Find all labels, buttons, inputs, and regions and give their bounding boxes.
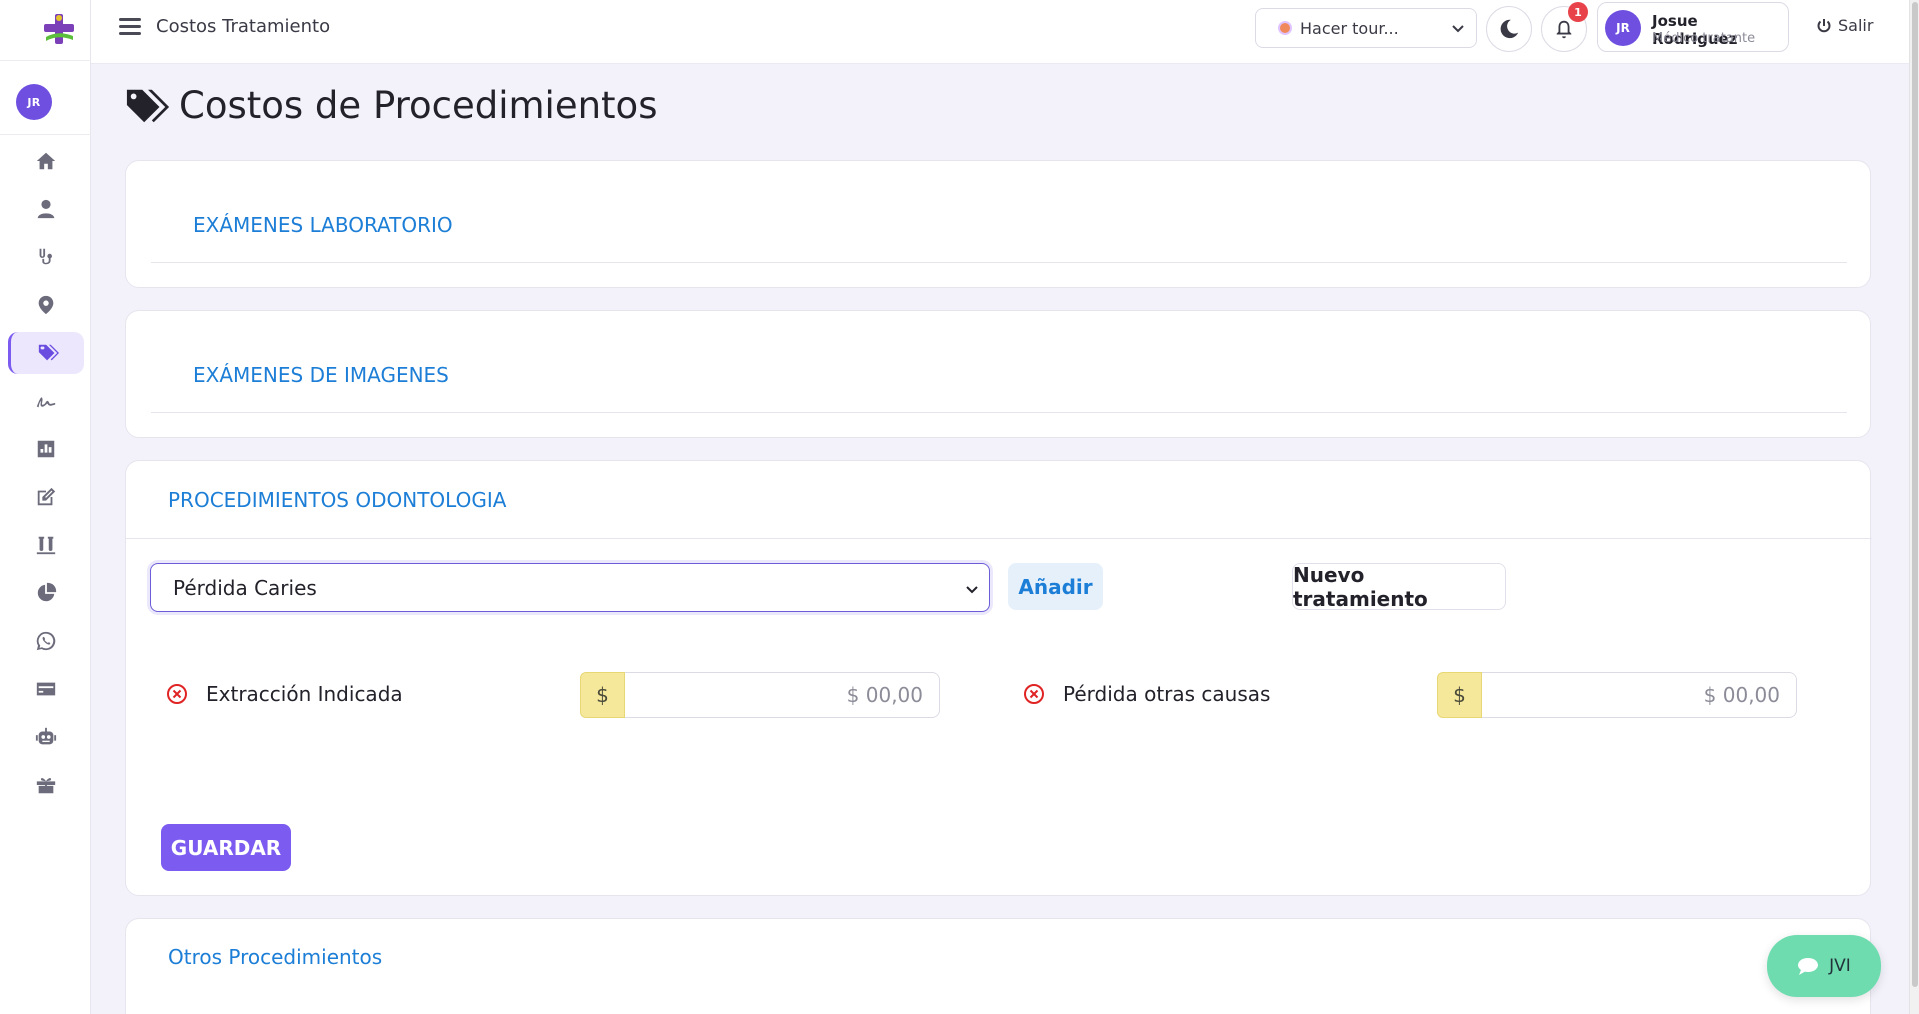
page-scrollbar[interactable] [1909,0,1919,1014]
save-button[interactable]: GUARDAR [161,824,291,871]
stethoscope-icon[interactable] [8,236,84,278]
user-profile-button[interactable]: JR Josue Rodriguez Médico tratante [1597,2,1789,52]
procedure-label: Pérdida otras causas [1063,682,1271,706]
bar-chart-icon[interactable] [8,428,84,470]
other-procedures-card: Otros Procedimientos [125,918,1871,1014]
sidebar-avatar[interactable]: JR [16,84,52,120]
topbar-title: Costos Tratamiento [156,16,331,37]
other-procedures-title[interactable]: Otros Procedimientos [168,945,382,969]
sidebar-divider [0,60,91,61]
price-input-group: $ $ 00,00 [580,672,940,718]
odontology-title[interactable]: PROCEDIMIENTOS ODONTOLOGIA [168,488,506,512]
gift-icon[interactable] [8,764,84,806]
currency-label: $ [580,672,625,718]
power-icon [1817,18,1831,32]
location-pin-icon[interactable] [8,284,84,326]
bell-icon [1556,20,1572,39]
logout-button[interactable]: Salir [1816,16,1873,35]
chat-label: JVI [1829,956,1851,976]
procedure-item: Extracción Indicada [166,682,403,706]
tour-select-value: Hacer tour... [1300,18,1399,38]
home-icon[interactable] [8,140,84,182]
lab-exams-card: EXÁMENES LABORATORIO [125,160,1871,288]
page-title-text: Costos de Procedimientos [179,84,658,127]
tour-icon [1278,21,1292,35]
user-icon[interactable] [8,188,84,230]
user-role: Médico tratante [1652,31,1756,46]
notification-badge: 1 [1568,2,1588,22]
procedure-label: Extracción Indicada [206,682,403,706]
price-input-group: $ $ 00,00 [1437,672,1797,718]
remove-icon[interactable] [166,683,188,705]
tags-icon[interactable] [8,332,84,374]
edit-icon[interactable] [8,476,84,518]
moon-icon [1500,19,1519,39]
signature-icon[interactable] [8,380,84,422]
whatsapp-icon[interactable] [8,620,84,662]
chevron-down-icon [966,586,978,594]
lab-exams-title[interactable]: EXÁMENES LABORATORIO [193,213,453,237]
chat-button[interactable]: JVI [1767,935,1881,997]
logout-label: Salir [1838,16,1874,35]
avatar: JR [1605,10,1641,46]
robot-icon[interactable] [8,716,84,758]
remove-icon[interactable] [1023,683,1045,705]
page-title: Costos de Procedimientos [125,84,657,127]
treatment-select-value: Pérdida Caries [173,575,317,600]
hamburger-menu-icon[interactable] [119,18,141,38]
price-input[interactable]: $ 00,00 [625,672,940,718]
currency-label: $ [1437,672,1482,718]
sidebar: JR [0,0,91,1014]
pie-chart-icon[interactable] [8,572,84,614]
card-divider [151,262,1847,263]
image-exams-title[interactable]: EXÁMENES DE IMAGENES [193,363,449,387]
new-treatment-button[interactable]: Nuevo tratamiento [1292,563,1506,611]
tour-select[interactable]: Hacer tour... [1255,8,1477,48]
dark-mode-toggle[interactable] [1486,6,1532,52]
treatment-select[interactable]: Pérdida Caries [150,563,990,612]
topbar: Costos Tratamiento Hacer tour... 1 JR Jo… [91,0,1909,64]
card-divider [151,412,1847,413]
test-tubes-icon[interactable] [8,524,84,566]
add-button[interactable]: Añadir [1008,563,1103,610]
app-logo[interactable] [40,10,78,48]
credit-card-icon[interactable] [8,668,84,710]
sidebar-divider [0,134,91,135]
chat-bubble-icon [1798,958,1819,975]
chevron-down-icon [1452,25,1464,33]
image-exams-card: EXÁMENES DE IMAGENES [125,310,1871,438]
procedure-item: Pérdida otras causas [1023,682,1270,706]
card-divider [126,538,1872,539]
tags-icon [126,89,170,122]
price-input[interactable]: $ 00,00 [1482,672,1797,718]
